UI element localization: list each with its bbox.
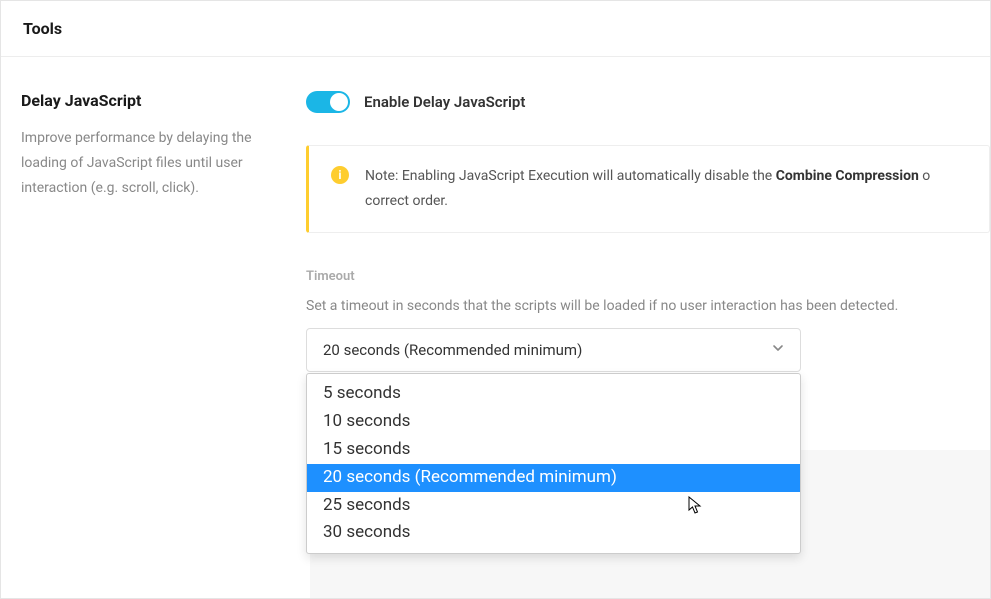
- chevron-down-icon: [772, 342, 784, 358]
- timeout-select[interactable]: 20 seconds (Recommended minimum): [306, 328, 801, 372]
- timeout-option[interactable]: 25 seconds: [307, 492, 800, 520]
- content-area: Delay JavaScript Improve performance by …: [1, 57, 990, 372]
- timeout-selected-value: 20 seconds (Recommended minimum): [323, 341, 582, 359]
- timeout-option[interactable]: 15 seconds: [307, 436, 800, 464]
- page-title: Tools: [23, 19, 968, 38]
- timeout-description: Set a timeout in seconds that the script…: [306, 298, 990, 314]
- enable-delay-toggle[interactable]: [306, 91, 350, 113]
- timeout-option[interactable]: 30 seconds: [307, 519, 800, 547]
- timeout-option[interactable]: 10 seconds: [307, 408, 800, 436]
- enable-toggle-label: Enable Delay JavaScript: [364, 93, 525, 111]
- timeout-dropdown: 5 seconds10 seconds15 seconds20 seconds …: [306, 373, 801, 554]
- timeout-label: Timeout: [306, 269, 990, 284]
- enable-toggle-row: Enable Delay JavaScript: [306, 91, 990, 113]
- timeout-select-wrap: 20 seconds (Recommended minimum) 5 secon…: [306, 328, 801, 372]
- section-sidebar: Delay JavaScript Improve performance by …: [21, 91, 306, 372]
- page-header: Tools: [1, 1, 990, 57]
- timeout-option[interactable]: 5 seconds: [307, 380, 800, 408]
- info-icon: i: [331, 166, 349, 184]
- section-body: Enable Delay JavaScript i Note: Enabling…: [306, 91, 990, 372]
- warning-note: i Note: Enabling JavaScript Execution wi…: [306, 145, 990, 233]
- section-description: Improve performance by delaying the load…: [21, 126, 286, 202]
- section-title: Delay JavaScript: [21, 91, 286, 110]
- timeout-option[interactable]: 20 seconds (Recommended minimum): [307, 464, 800, 492]
- note-text: Note: Enabling JavaScript Execution will…: [365, 164, 930, 214]
